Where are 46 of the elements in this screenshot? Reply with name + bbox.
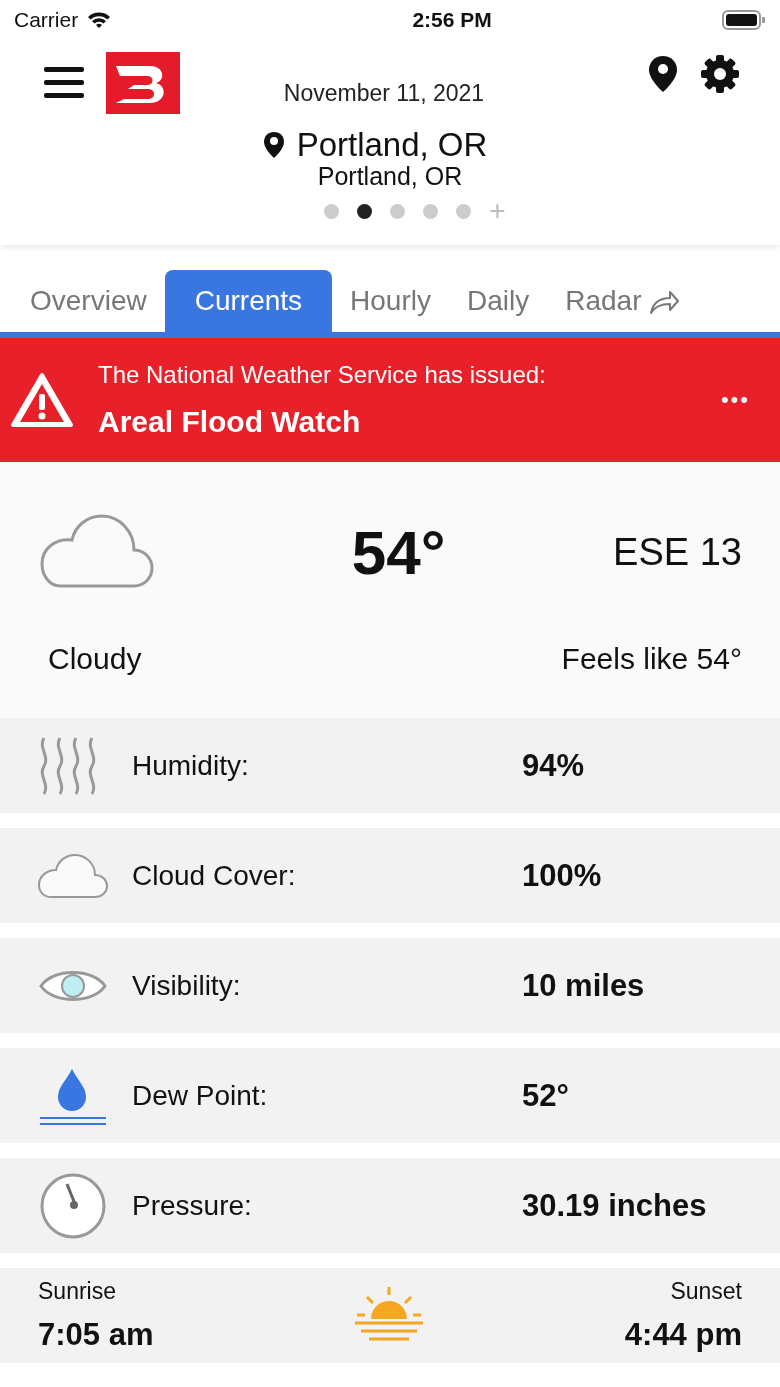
feels-like: Feels like 54° bbox=[561, 642, 742, 676]
sunrise-label: Sunrise bbox=[38, 1278, 117, 1305]
warning-icon bbox=[10, 372, 74, 428]
gauge-icon bbox=[39, 1171, 107, 1240]
wifi-icon bbox=[86, 10, 113, 30]
page-dot[interactable] bbox=[423, 203, 439, 219]
page-dot[interactable] bbox=[324, 203, 340, 219]
detail-value: 100% bbox=[522, 857, 602, 894]
menu-icon[interactable] bbox=[44, 67, 84, 99]
status-time: 2:56 PM bbox=[412, 8, 492, 32]
wind-reading: ESE 13 bbox=[613, 530, 742, 574]
carrier-name: Carrier bbox=[14, 8, 79, 32]
tab[interactable]: Currents bbox=[164, 270, 333, 332]
detail-label: Dew Point: bbox=[132, 1079, 269, 1112]
page-dot[interactable] bbox=[357, 203, 373, 219]
page-dot[interactable] bbox=[456, 203, 472, 219]
location-pin-icon bbox=[262, 131, 285, 159]
condition: Cloudy bbox=[48, 642, 142, 676]
detail-label: Pressure: bbox=[132, 1189, 253, 1222]
detail-value: 30.19 inches bbox=[522, 1187, 707, 1224]
alert-title: Areal Flood Watch bbox=[98, 405, 362, 439]
detail-label: Visibility: bbox=[132, 969, 242, 1002]
logo-icon bbox=[106, 52, 180, 114]
location-name: Portland, OR bbox=[296, 126, 488, 164]
settings-icon[interactable] bbox=[700, 54, 740, 94]
tab[interactable]: Hourly bbox=[332, 270, 449, 332]
location-subtitle: Portland, OR bbox=[317, 162, 463, 191]
battery-icon bbox=[722, 9, 766, 31]
alert-banner[interactable]: The National Weather Service has issued: Areal Flood Watch ••• bbox=[0, 338, 780, 462]
detail-label: Humidity: bbox=[132, 749, 250, 782]
alert-intro: The National Weather Service has issued: bbox=[98, 361, 547, 389]
detail-value: 10 miles bbox=[522, 967, 645, 1004]
tab[interactable]: Overview bbox=[12, 270, 165, 332]
detail-value: 94% bbox=[522, 747, 585, 784]
detail-value: 52° bbox=[522, 1077, 569, 1114]
page-dot[interactable] bbox=[390, 203, 406, 219]
date-label: November 11, 2021 bbox=[283, 79, 485, 107]
tab[interactable]: Daily bbox=[449, 270, 548, 332]
tab[interactable]: Radar bbox=[547, 270, 698, 332]
more-button[interactable]: ••• bbox=[714, 386, 756, 414]
location-pin-icon[interactable] bbox=[648, 55, 678, 93]
temperature: 54° bbox=[351, 516, 446, 588]
sunrise-time: 7:05 am bbox=[38, 1317, 154, 1353]
detail-label: Cloud Cover: bbox=[132, 859, 297, 892]
sunset-label: Sunset bbox=[670, 1278, 742, 1305]
sunset-time: 4:44 pm bbox=[624, 1317, 742, 1353]
